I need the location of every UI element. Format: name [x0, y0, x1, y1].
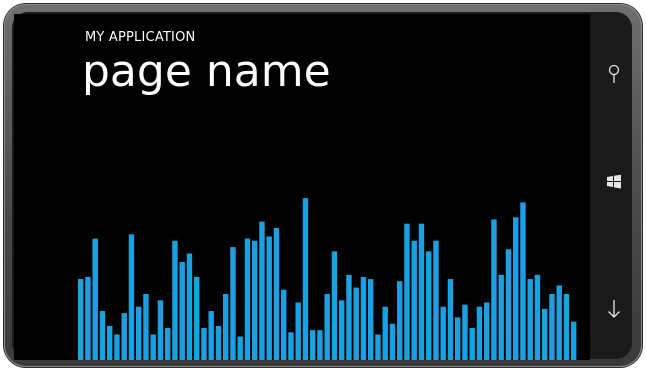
chart-bar — [259, 221, 265, 360]
bar-chart — [78, 198, 577, 360]
chart-bar — [476, 306, 483, 360]
chart-bar — [505, 249, 512, 360]
chart-bar — [266, 236, 272, 360]
chart-bar — [302, 198, 309, 360]
chart-bar — [252, 240, 258, 360]
chart-bar — [389, 323, 396, 360]
chart-bar — [426, 251, 432, 360]
chart-bar — [295, 302, 301, 360]
chart-bar — [375, 334, 381, 360]
chart-bar — [520, 202, 526, 360]
chart-bar — [244, 238, 251, 360]
chart-bar — [194, 276, 200, 360]
chart-bar — [549, 293, 555, 360]
chart-bar — [165, 328, 171, 360]
chart-bar — [455, 317, 461, 360]
chart-bar — [201, 328, 207, 360]
chart-bar — [114, 334, 120, 360]
chart-bar — [273, 227, 280, 360]
chart-bar — [172, 240, 178, 360]
chart-bar — [128, 234, 135, 360]
back-arrow-icon — [608, 300, 620, 318]
chart-bar — [491, 219, 497, 360]
chart-bar — [288, 332, 294, 360]
chart-bar — [136, 306, 142, 360]
chart-bar — [179, 262, 185, 360]
chart-bar — [150, 334, 156, 360]
chart-bar — [411, 240, 417, 360]
chart-bar — [360, 276, 367, 360]
chart-bar — [107, 325, 113, 360]
chart-bar — [368, 279, 374, 360]
search-icon — [608, 64, 620, 83]
chart-bar — [331, 251, 338, 360]
chart-bar — [121, 313, 127, 360]
chart-bar — [433, 240, 439, 360]
chart-bar — [223, 293, 229, 360]
chart-bar — [498, 274, 504, 360]
chart-bar — [78, 279, 84, 360]
chart-bar — [143, 293, 149, 360]
chart-bar — [237, 336, 243, 360]
chart-bar — [324, 293, 330, 360]
chart-bar — [484, 302, 490, 360]
chart-bar — [542, 308, 548, 360]
chart-bar — [157, 300, 164, 360]
hardware-button-bar — [592, 14, 636, 357]
chart-bar — [310, 330, 316, 360]
chart-bar — [556, 285, 562, 360]
chart-bar — [447, 279, 454, 360]
chart-bar — [317, 330, 323, 360]
chart-bar — [382, 306, 388, 360]
chart-bar — [563, 293, 570, 360]
phone-screen: MY APPLICATION page name — [14, 14, 590, 360]
chart-bar — [404, 223, 410, 360]
chart-bar — [92, 238, 98, 360]
chart-bar — [418, 223, 425, 360]
start-button[interactable] — [592, 162, 636, 202]
chart-bar — [462, 304, 468, 360]
chart-bar — [346, 274, 352, 360]
chart-bar — [99, 311, 106, 360]
chart-bar — [186, 253, 193, 360]
chart-bar — [85, 276, 91, 360]
chart-bar — [534, 274, 541, 360]
chart-bar — [527, 279, 533, 360]
chart-bar — [230, 247, 236, 360]
chart-bar — [469, 328, 475, 360]
chart-bar — [215, 325, 222, 360]
chart-bar — [440, 306, 446, 360]
chart-bar — [339, 300, 345, 360]
search-button[interactable] — [592, 54, 636, 94]
chart-bar — [353, 287, 359, 360]
chart-bar — [397, 281, 403, 360]
windows-start-icon — [607, 174, 621, 189]
chart-bar — [281, 289, 287, 360]
chart-bar — [571, 321, 577, 360]
back-button[interactable] — [592, 289, 636, 329]
chart-bar — [513, 217, 519, 360]
chart-bar — [208, 311, 214, 360]
